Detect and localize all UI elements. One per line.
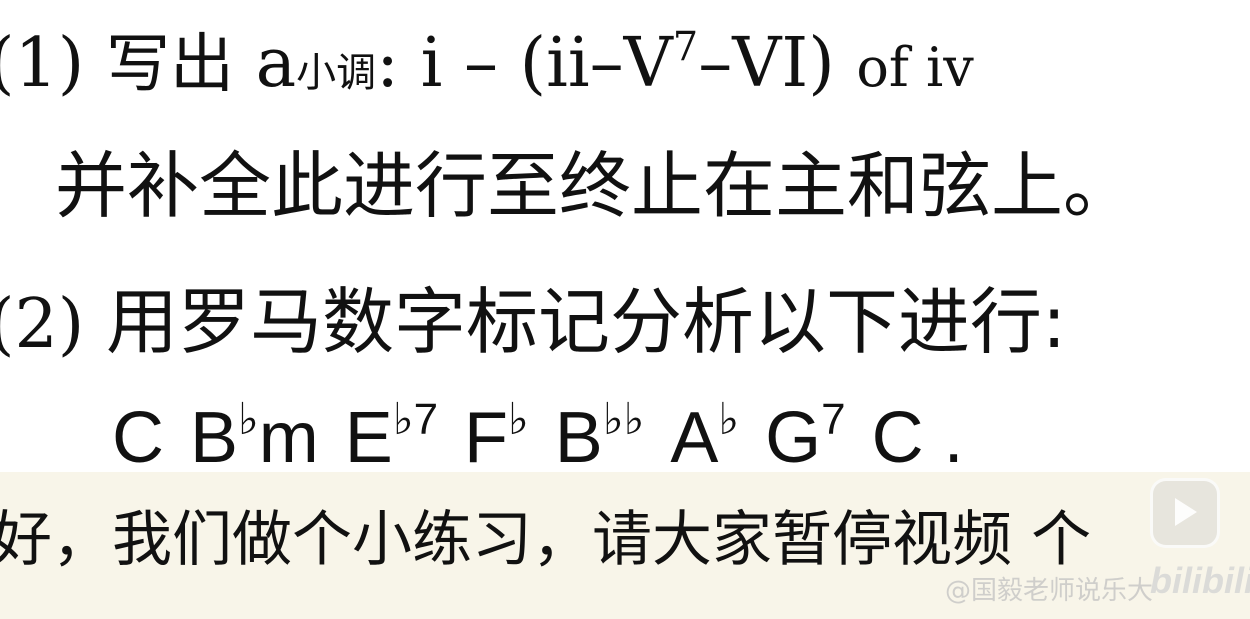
chord-root: F: [464, 398, 509, 478]
chord-accidental: ♭: [718, 395, 740, 444]
chord-3: E♭7: [345, 398, 438, 475]
chord-accidental: ♭7: [392, 395, 439, 444]
chord-accidental: ♭♭: [602, 395, 645, 444]
chord-accidental: ♭: [508, 395, 529, 444]
chord-root: B: [190, 398, 239, 478]
chord-suffix: .: [923, 398, 964, 478]
lecture-slide: (1) 写出 a小调: i – (ii–V7–VI) of iv 并补全此进行至…: [0, 0, 1250, 475]
chord-progression: C B♭m E♭7 F♭ B♭♭ A♭ G7 C .: [112, 398, 990, 475]
chord-2: B♭m: [190, 398, 319, 475]
exercise-1-line-1: (1) 写出 a小调: i – (ii–V7–VI) of iv: [0, 27, 974, 99]
key-colon: :: [376, 24, 400, 103]
chord-root: B: [554, 398, 603, 478]
chord-suffix: m: [258, 398, 319, 478]
exercise-2-instruction: 用罗马数字标记分析以下进行:: [105, 280, 1067, 364]
exercise-1-number: (1): [0, 24, 85, 103]
chord-root: G: [765, 398, 822, 478]
exercise-2-number: (2): [0, 285, 85, 364]
of-iv: of iv: [856, 36, 974, 99]
chord-accidental: ♭: [238, 395, 259, 444]
chord-8: C .: [872, 402, 964, 474]
bilibili-logo: bilibili: [1150, 560, 1250, 601]
chord-6: A♭: [670, 398, 739, 475]
progression-start: i – (ii–V: [420, 24, 673, 103]
chord-root: C: [112, 398, 164, 478]
key-word: 小调: [296, 50, 377, 96]
exercise-1-verb: 写出: [105, 28, 234, 102]
chord-root: C: [871, 398, 924, 478]
chord-4: F♭: [464, 398, 529, 475]
play-icon: [1150, 478, 1220, 548]
exercise-2-line-1: (2) 用罗马数字标记分析以下进行:: [0, 286, 1066, 359]
exercise-1-line-2: 并补全此进行至终止在主和弦上。: [55, 144, 1136, 228]
key-letter: a: [255, 24, 297, 103]
subtitle-text: 好，我们做个小练习，请大家暂停视频 个: [0, 505, 1092, 575]
progression-superscript: 7: [672, 24, 699, 70]
chord-root: E: [344, 398, 393, 478]
chord-7: G7: [765, 398, 846, 475]
chord-1: C: [112, 402, 164, 474]
watermark-text: @国毅老师说乐大: [945, 576, 1154, 606]
chord-root: A: [670, 398, 719, 478]
chord-5: B♭♭: [555, 398, 645, 475]
chord-accidental: 7: [821, 395, 846, 444]
progression-end: –VI): [698, 24, 835, 103]
